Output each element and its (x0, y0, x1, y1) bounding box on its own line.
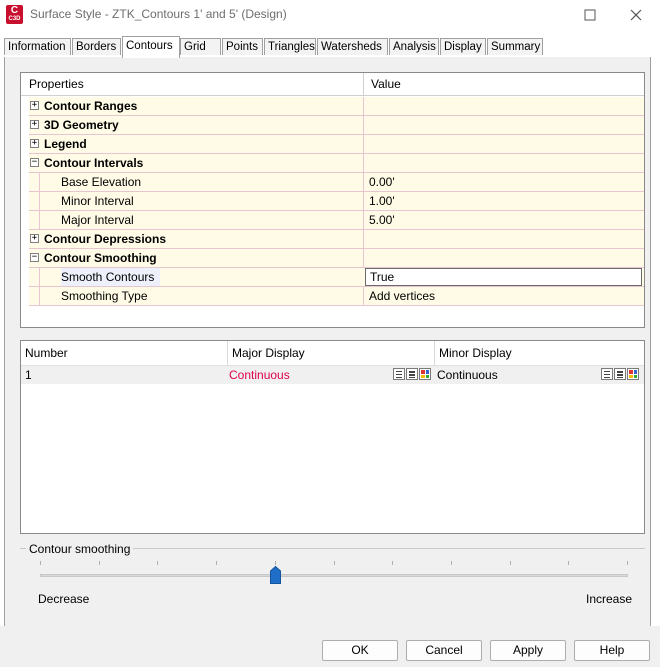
property-major-interval[interactable]: Major Interval 5.00' (29, 211, 644, 230)
color-icon[interactable] (419, 368, 431, 380)
tab-watersheds[interactable]: Watersheds (317, 38, 388, 55)
property-value[interactable]: Add vertices (369, 287, 435, 305)
tab-triangles[interactable]: Triangles (264, 38, 316, 55)
slider-tick (40, 561, 41, 565)
cancel-button[interactable]: Cancel (406, 640, 482, 661)
property-minor-interval[interactable]: Minor Interval 1.00' (29, 192, 644, 211)
property-name: Base Elevation (61, 175, 142, 189)
slider-tick (334, 561, 335, 565)
group-label: Contour Smoothing (44, 251, 157, 265)
collapse-icon[interactable]: − (30, 158, 39, 167)
smoothing-slider-track[interactable] (40, 574, 628, 577)
group-label: Legend (44, 137, 87, 151)
contour-smoothing-label: Contour smoothing (26, 542, 134, 556)
expand-icon[interactable]: + (30, 101, 39, 110)
property-group-contour-intervals[interactable]: − Contour Intervals (29, 154, 644, 173)
group-label: Contour Ranges (44, 99, 138, 113)
column-header-major-display[interactable]: Major Display (228, 341, 435, 365)
tab-grid[interactable]: Grid (180, 38, 221, 55)
tab-analysis[interactable]: Analysis (389, 38, 439, 55)
smooth-contours-dropdown[interactable]: True (365, 268, 642, 286)
slider-tick (99, 561, 100, 565)
minor-display-value[interactable]: Continuous (433, 366, 498, 384)
group-label: 3D Geometry (44, 118, 119, 132)
maximize-icon (584, 9, 596, 21)
tab-information[interactable]: Information (4, 38, 71, 55)
slider-tick (510, 561, 511, 565)
header-value[interactable]: Value (363, 73, 643, 95)
lineweight-icon[interactable] (614, 368, 626, 380)
title-bar: C C3D Surface Style - ZTK_Contours 1' an… (0, 0, 660, 30)
property-group-contour-depressions[interactable]: + Contour Depressions (29, 230, 644, 249)
color-icon[interactable] (627, 368, 639, 380)
close-button[interactable] (616, 2, 656, 28)
slider-tick (392, 561, 393, 565)
property-value[interactable]: 0.00' (369, 173, 395, 191)
properties-header: Properties Value (21, 73, 644, 96)
table-row[interactable]: 1 Continuous Continuous (21, 366, 644, 384)
tab-borders[interactable]: Borders (72, 38, 121, 55)
linetype-icon[interactable] (393, 368, 405, 380)
minor-linetype-buttons (601, 368, 639, 380)
slider-tick (157, 561, 158, 565)
major-display-value[interactable]: Continuous (225, 366, 290, 384)
property-name: Smooth Contours (61, 268, 161, 286)
property-base-elevation[interactable]: Base Elevation 0.00' (29, 173, 644, 192)
smoothing-slider-thumb[interactable] (269, 566, 281, 584)
slider-decrease-label: Decrease (38, 592, 90, 606)
expand-icon[interactable]: + (30, 234, 39, 243)
slider-increase-label: Increase (586, 592, 633, 606)
property-name: Minor Interval (61, 194, 134, 208)
window-title: Surface Style - ZTK_Contours 1' and 5' (… (30, 7, 287, 21)
property-smooth-contours[interactable]: Smooth Contours True (29, 268, 644, 287)
collapse-icon[interactable]: − (30, 253, 39, 262)
properties-panel: Properties Value + Contour Ranges + 3D G… (20, 72, 645, 328)
property-smoothing-type[interactable]: Smoothing Type Add vertices (29, 287, 644, 306)
property-value[interactable]: 5.00' (369, 211, 395, 229)
tab-points[interactable]: Points (222, 38, 263, 55)
column-header-minor-display[interactable]: Minor Display (435, 341, 644, 365)
group-label: Contour Depressions (44, 232, 167, 246)
tab-contours[interactable]: Contours (122, 36, 180, 58)
expand-icon[interactable]: + (30, 120, 39, 129)
slider-tick (451, 561, 452, 565)
contour-display-grid: Number Major Display Minor Display 1 Con… (20, 340, 645, 534)
slider-tick (627, 561, 628, 565)
row-number: 1 (25, 368, 32, 382)
property-name: Major Interval (61, 213, 134, 227)
property-value[interactable]: 1.00' (369, 192, 395, 210)
slider-tick (275, 561, 276, 565)
property-name: Smoothing Type (61, 289, 148, 303)
property-group-legend[interactable]: + Legend (29, 135, 644, 154)
property-group-contour-ranges[interactable]: + Contour Ranges (29, 97, 644, 116)
apply-button[interactable]: Apply (490, 640, 566, 661)
tab-bar: Information Borders Contours Grid Points… (0, 36, 660, 58)
ok-button[interactable]: OK (322, 640, 398, 661)
maximize-button[interactable] (570, 2, 610, 28)
contour-smoothing-group (20, 548, 645, 613)
header-properties[interactable]: Properties (21, 73, 363, 95)
property-group-contour-smoothing[interactable]: − Contour Smoothing (29, 249, 644, 268)
civil3d-app-icon: C C3D (6, 5, 23, 24)
slider-tick (568, 561, 569, 565)
expand-icon[interactable]: + (30, 139, 39, 148)
slider-tick (216, 561, 217, 565)
property-group-3d-geometry[interactable]: + 3D Geometry (29, 116, 644, 135)
tab-display[interactable]: Display (440, 38, 486, 55)
major-linetype-buttons (393, 368, 431, 380)
help-button[interactable]: Help (574, 640, 650, 661)
linetype-icon[interactable] (601, 368, 613, 380)
group-label: Contour Intervals (44, 156, 144, 170)
lineweight-icon[interactable] (406, 368, 418, 380)
tab-summary[interactable]: Summary (487, 38, 543, 55)
column-header-number[interactable]: Number (21, 341, 228, 365)
close-icon (630, 9, 642, 21)
